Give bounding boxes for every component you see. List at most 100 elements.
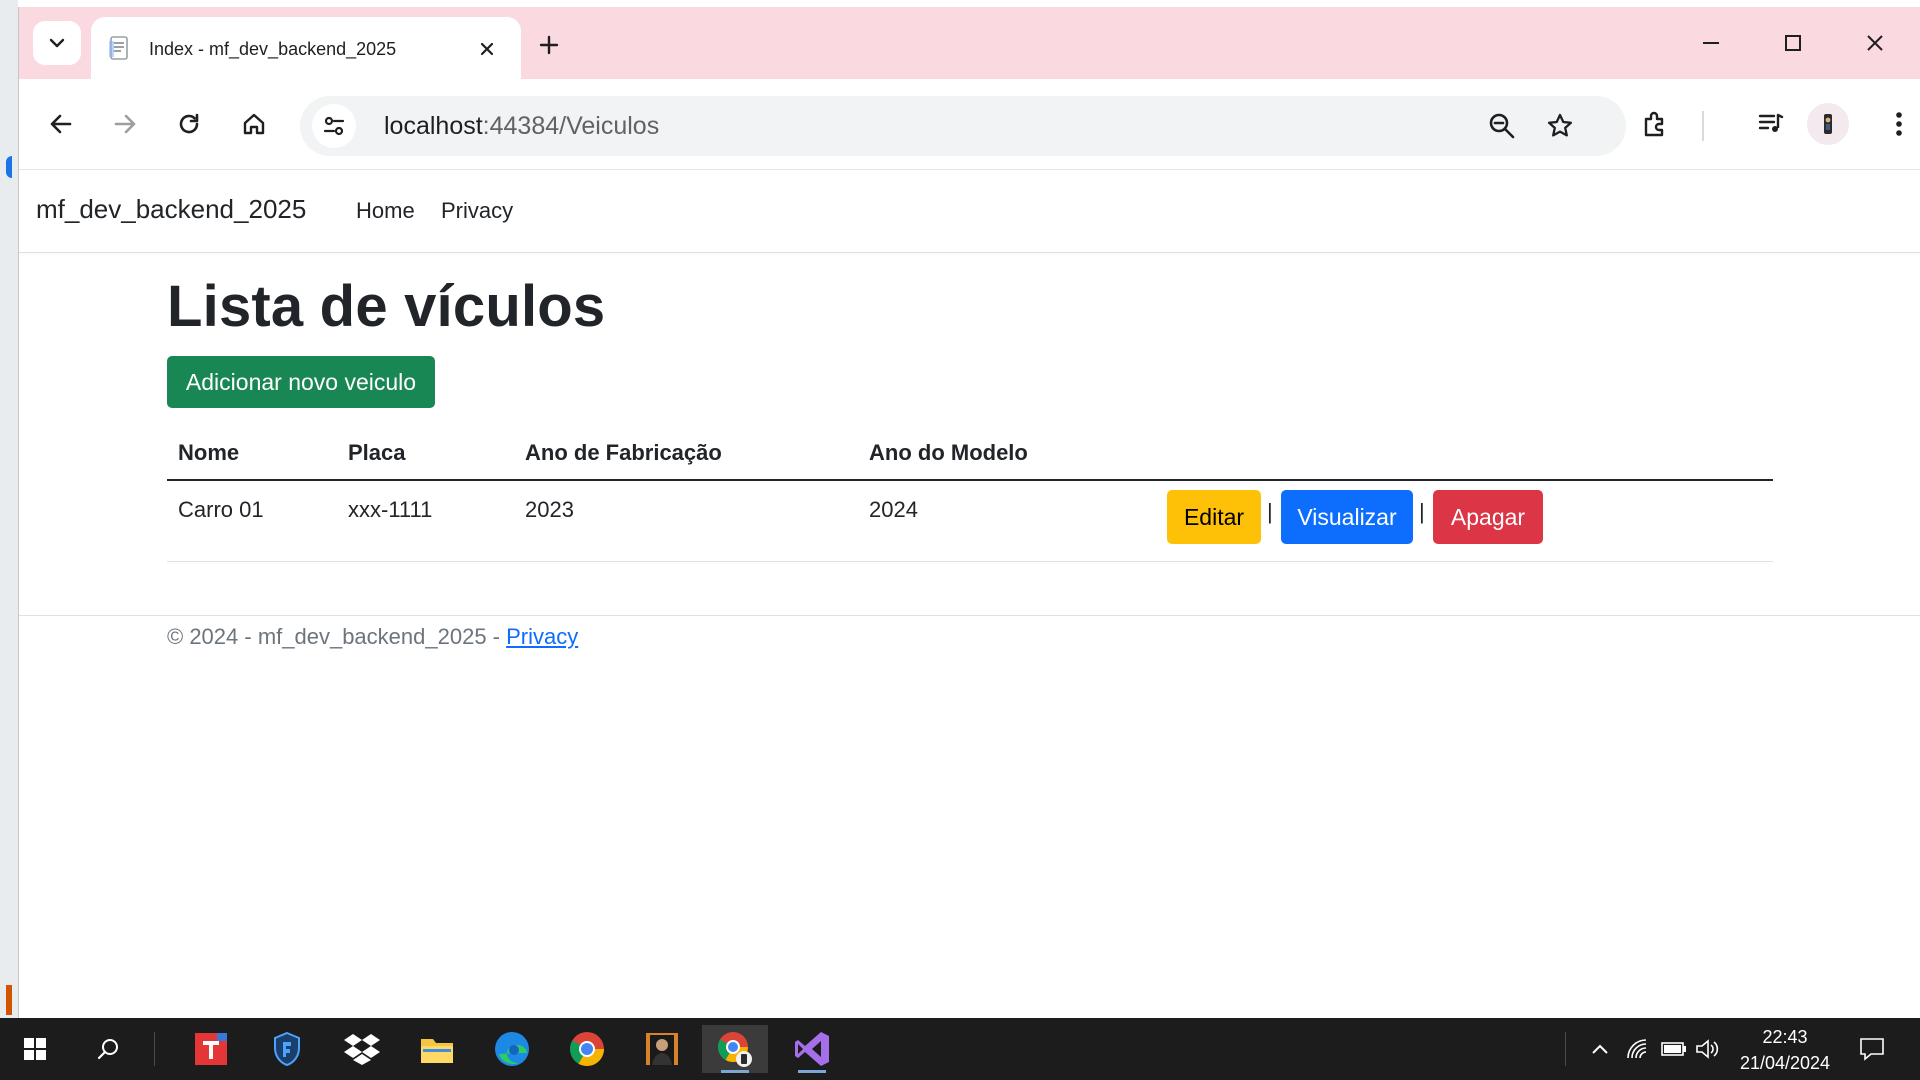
taskbar-app-chrome-profile[interactable]: [702, 1025, 768, 1073]
battery-tray-button[interactable]: [1658, 1034, 1690, 1064]
speaker-icon: [1696, 1039, 1719, 1059]
reload-button[interactable]: [167, 102, 211, 146]
minimize-icon: [1703, 42, 1719, 44]
notification-icon: [1860, 1038, 1884, 1061]
windows-logo-icon: [24, 1038, 46, 1060]
home-icon: [243, 113, 265, 135]
taskbar-divider: [1565, 1032, 1566, 1066]
wifi-icon: [1627, 1039, 1647, 1059]
taskbar-divider: [154, 1032, 155, 1066]
taskbar-app-avatar[interactable]: [632, 1025, 692, 1073]
puzzle-icon: [1644, 111, 1664, 137]
dropbox-icon: [344, 1034, 380, 1065]
site-footer: © 2024 - mf_dev_backend_2025 - Privacy: [19, 615, 1920, 676]
cell-ano-modelo: 2024: [869, 497, 918, 522]
close-icon: [1867, 35, 1883, 51]
cell-ano-fabricacao: 2023: [525, 497, 574, 522]
show-hidden-icons-button[interactable]: [1584, 1034, 1616, 1064]
column-header-nome: Nome: [178, 440, 240, 465]
taskbar-app-dropbox[interactable]: [332, 1025, 392, 1073]
playlist-music-icon: [1758, 113, 1784, 132]
zoom-button[interactable]: [1480, 104, 1524, 148]
tab-strip: Index - mf_dev_backend_2025: [19, 7, 1920, 79]
plus-icon: [539, 35, 559, 55]
footer-privacy-link[interactable]: Privacy: [506, 624, 578, 649]
url-host: localhost: [384, 112, 483, 140]
home-button[interactable]: [232, 102, 276, 146]
shield-icon: [274, 1031, 300, 1067]
back-button[interactable]: [39, 102, 83, 146]
site-navbar: mf_dev_backend_2025 Home Privacy: [19, 170, 1920, 253]
navbar-brand[interactable]: mf_dev_backend_2025: [36, 194, 306, 225]
taskbar-search-button[interactable]: [78, 1025, 138, 1073]
edge-icon: [495, 1032, 529, 1066]
browser-window: Index - mf_dev_backend_2025 localhost:44…: [18, 7, 1920, 1018]
action-separator: |: [1267, 499, 1273, 524]
search-icon: [97, 1039, 118, 1060]
maximize-button[interactable]: [1763, 21, 1823, 65]
forward-button[interactable]: [103, 102, 147, 146]
toolbar-separator: [1702, 111, 1704, 141]
footer-text: © 2024 - mf_dev_backend_2025 - Privacy: [167, 624, 578, 650]
tab-index[interactable]: Index - mf_dev_backend_2025: [91, 17, 521, 79]
page-favicon-icon: [107, 35, 133, 61]
desktop-background-strip: [0, 0, 18, 1018]
active-app-indicator: [721, 1070, 749, 1073]
folder-icon: [421, 1039, 453, 1063]
avatar-app-icon: [646, 1033, 678, 1065]
taskbar-app-typora[interactable]: [181, 1025, 241, 1073]
browser-toolbar: localhost:44384/Veiculos: [19, 79, 1920, 170]
address-bar[interactable]: localhost:44384/Veiculos: [300, 96, 1626, 156]
arrow-left-icon: [50, 114, 72, 134]
new-tab-button[interactable]: [529, 25, 569, 65]
desktop-icon-fragment: [6, 985, 12, 1015]
tab-search-button[interactable]: [33, 21, 81, 65]
taskbar-app-edge[interactable]: [482, 1025, 542, 1073]
cell-nome: Carro 01: [178, 497, 264, 522]
start-button[interactable]: [5, 1025, 65, 1073]
battery-icon: [1661, 1042, 1686, 1056]
avatar-icon: [1824, 114, 1832, 134]
network-tray-button[interactable]: [1622, 1034, 1654, 1064]
reload-icon: [179, 113, 199, 134]
minimize-button[interactable]: [1681, 21, 1741, 65]
extensions-button[interactable]: [1633, 102, 1677, 146]
footer-copyright: © 2024 - mf_dev_backend_2025 -: [167, 624, 507, 649]
taskbar-app-chrome[interactable]: [557, 1025, 617, 1073]
running-app-indicator: [798, 1070, 826, 1073]
table-header: Nome Placa Ano de Fabricação Ano do Mode…: [167, 424, 1773, 481]
desktop-icon-fragment: [6, 156, 12, 178]
profile-avatar[interactable]: [1807, 103, 1849, 145]
view-button[interactable]: Visualizar: [1281, 490, 1413, 544]
visual-studio-icon: [795, 1032, 829, 1066]
table-row: Carro 01 xxx-1111 2023 2024 Editar | Vis…: [167, 481, 1773, 562]
close-icon: [480, 42, 494, 56]
clock-date: 21/04/2024: [1739, 1053, 1831, 1073]
star-icon: [1547, 113, 1573, 137]
nav-link-privacy[interactable]: Privacy: [441, 198, 513, 224]
url-text[interactable]: localhost:44384/Veiculos: [384, 112, 659, 141]
taskbar-app-file-explorer[interactable]: [407, 1025, 467, 1073]
media-control-button[interactable]: [1749, 102, 1793, 146]
taskbar-app-visual-studio[interactable]: [782, 1025, 842, 1073]
delete-button[interactable]: Apagar: [1433, 490, 1543, 544]
chrome-icon: [570, 1032, 604, 1066]
add-vehicle-button[interactable]: Adicionar novo veiculo: [167, 356, 435, 408]
more-vertical-icon: [1896, 112, 1902, 136]
nav-link-home[interactable]: Home: [356, 198, 415, 224]
bookmark-button[interactable]: [1538, 104, 1582, 148]
taskbar-app-shield[interactable]: [257, 1025, 317, 1073]
web-page: mf_dev_backend_2025 Home Privacy Lista d…: [19, 170, 1920, 1018]
cell-placa: xxx-1111: [348, 497, 433, 522]
close-window-button[interactable]: [1845, 21, 1905, 65]
edit-button[interactable]: Editar: [1167, 490, 1261, 544]
chevron-up-icon: [1592, 1044, 1608, 1054]
site-info-button[interactable]: [312, 104, 356, 148]
browser-menu-button[interactable]: [1877, 102, 1920, 146]
tab-title: Index - mf_dev_backend_2025: [149, 39, 397, 59]
close-tab-button[interactable]: [471, 33, 503, 65]
column-header-ano-modelo: Ano do Modelo: [869, 440, 1028, 465]
taskbar-clock[interactable]: 22:43 21/04/2024: [1720, 1024, 1850, 1076]
maximize-icon: [1785, 35, 1801, 51]
notification-center-button[interactable]: [1854, 1032, 1890, 1066]
